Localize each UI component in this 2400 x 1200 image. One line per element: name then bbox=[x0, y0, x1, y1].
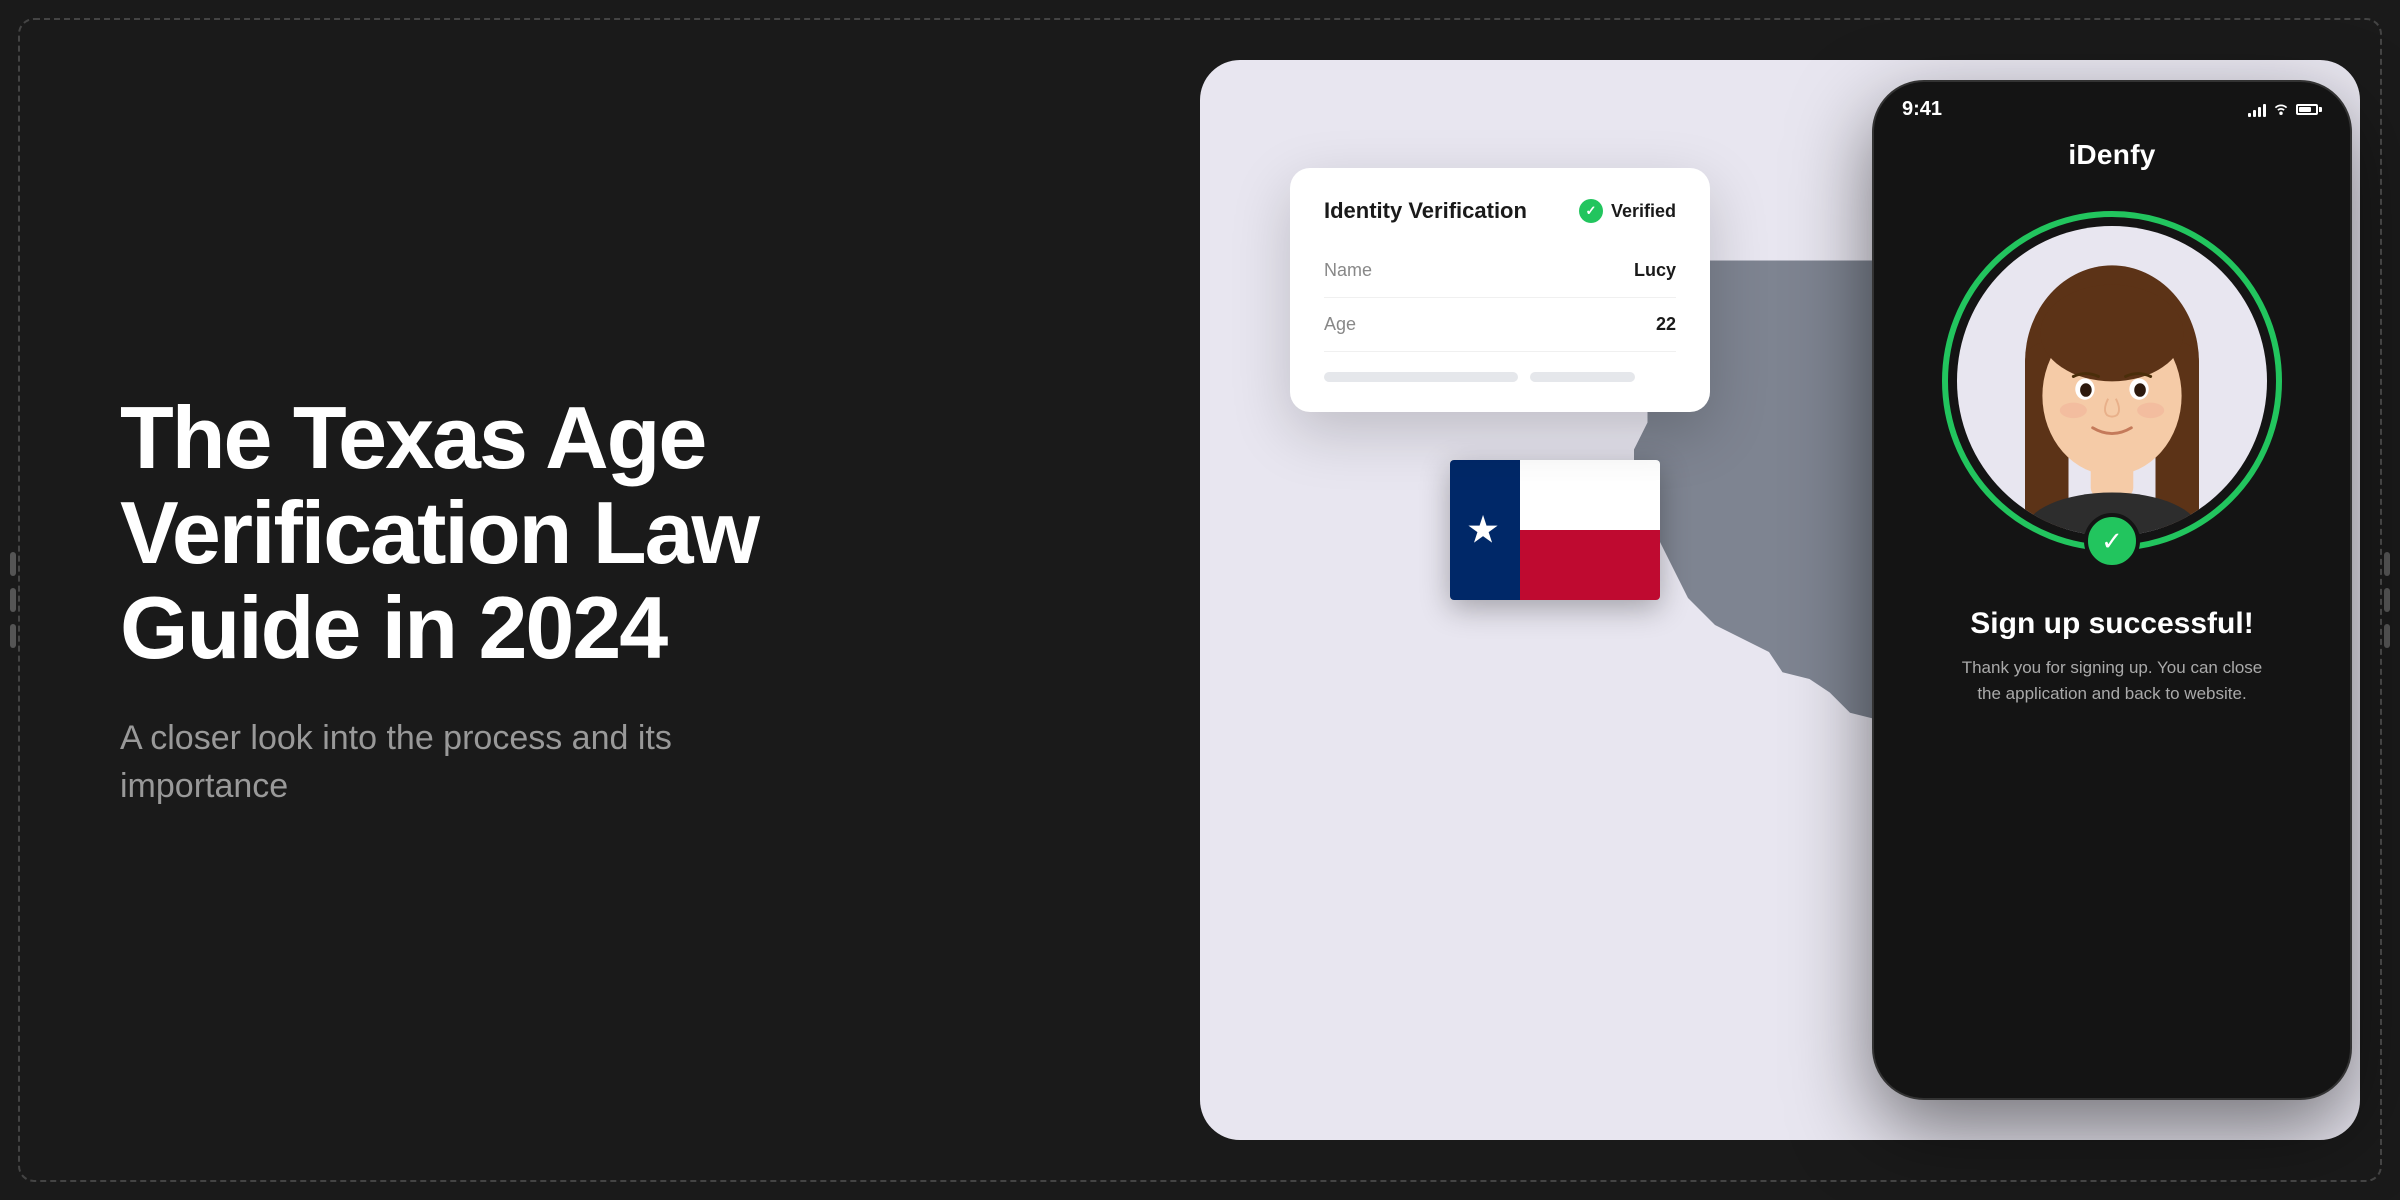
phone-mockup: 9:41 bbox=[1872, 80, 2352, 1100]
signal-bar-1 bbox=[2248, 113, 2251, 117]
signup-title: Sign up successful! bbox=[1904, 607, 2320, 641]
id-name-row: Name Lucy bbox=[1324, 244, 1676, 298]
left-section: The Texas Age Verification Law Guide in … bbox=[80, 0, 900, 1200]
id-card-footer bbox=[1324, 372, 1676, 382]
check-badge: ✓ bbox=[2084, 513, 2140, 569]
id-name-value: Lucy bbox=[1634, 260, 1676, 281]
id-card-bar-2 bbox=[1530, 372, 1636, 382]
flag-white-stripe bbox=[1520, 460, 1660, 530]
face-inner bbox=[1957, 226, 2267, 536]
battery-fill bbox=[2299, 107, 2311, 112]
flag-blue-stripe: ★ bbox=[1450, 460, 1520, 600]
id-card-bar-1 bbox=[1324, 372, 1518, 382]
left-ticks bbox=[10, 552, 16, 648]
id-age-value: 22 bbox=[1656, 314, 1676, 335]
subtitle: A closer look into the process and its i… bbox=[120, 715, 740, 810]
signal-bar-4 bbox=[2263, 104, 2266, 117]
signal-bar-3 bbox=[2258, 107, 2261, 117]
face-ring: ✓ bbox=[1942, 211, 2282, 551]
battery-icon bbox=[2296, 104, 2322, 115]
signup-description: Thank you for signing up. You can close … bbox=[1952, 655, 2272, 706]
signup-section: Sign up successful! Thank you for signin… bbox=[1874, 551, 2350, 736]
signal-bar-2 bbox=[2253, 110, 2256, 117]
right-section: ★ Identity Verification ✓ Verified Name … bbox=[1020, 0, 2400, 1200]
battery-tip bbox=[2319, 107, 2322, 112]
status-icons bbox=[2248, 101, 2322, 118]
verified-label: Verified bbox=[1611, 201, 1676, 222]
signal-bars-icon bbox=[2248, 103, 2266, 117]
texas-flag: ★ bbox=[1450, 460, 1660, 600]
verified-badge: ✓ Verified bbox=[1579, 199, 1676, 223]
status-time: 9:41 bbox=[1902, 98, 1942, 121]
id-verification-card: Identity Verification ✓ Verified Name Lu… bbox=[1290, 168, 1710, 412]
main-title: The Texas Age Verification Law Guide in … bbox=[120, 390, 860, 675]
id-name-label: Name bbox=[1324, 260, 1372, 281]
id-card-header: Identity Verification ✓ Verified bbox=[1324, 198, 1676, 224]
status-bar: 9:41 bbox=[1874, 82, 2350, 129]
id-card-title: Identity Verification bbox=[1324, 198, 1527, 224]
id-age-label: Age bbox=[1324, 314, 1356, 335]
flag-red-stripe bbox=[1520, 530, 1660, 600]
flag-star: ★ bbox=[1466, 508, 1500, 553]
face-illustration bbox=[1972, 246, 2252, 536]
verified-checkmark: ✓ bbox=[1579, 199, 1603, 223]
battery-body bbox=[2296, 104, 2318, 115]
wifi-icon bbox=[2272, 101, 2290, 118]
id-age-row: Age 22 bbox=[1324, 298, 1676, 352]
face-container: ✓ bbox=[1874, 211, 2350, 551]
app-title: iDenfy bbox=[1874, 129, 2350, 191]
